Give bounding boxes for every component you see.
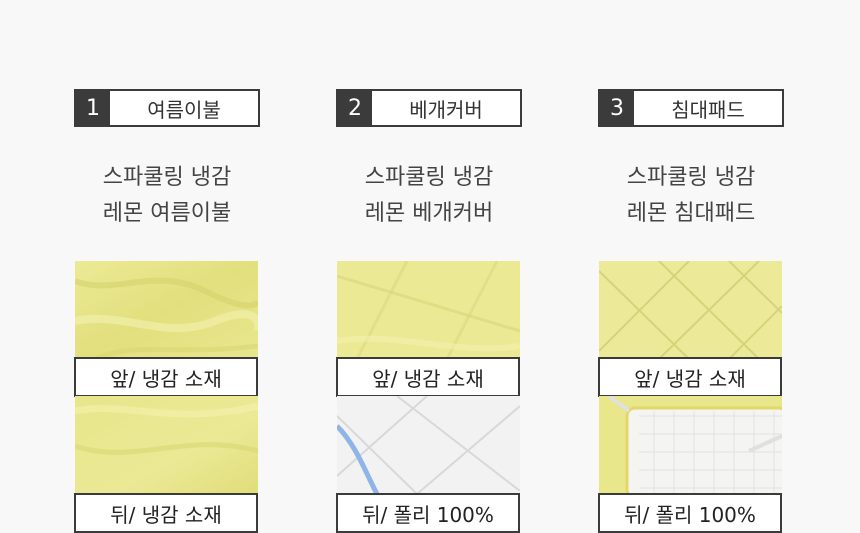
back-material-label: 뒤/ 폴리 100%	[336, 493, 520, 533]
front-material-label: 앞/ 냉감 소재	[336, 357, 520, 397]
front-fabric-photo	[75, 261, 258, 359]
product-tag: 3 침대패드	[598, 89, 784, 127]
front-material-label: 앞/ 냉감 소재	[598, 357, 782, 397]
product-number: 3	[600, 91, 634, 125]
description-line-1: 스파쿨링 냉감	[364, 165, 494, 190]
front-fabric-photo	[599, 261, 782, 359]
product-name: 베개커버	[409, 97, 483, 122]
description-line-2: 레몬 침대패드	[626, 201, 756, 226]
description-line-2: 레몬 베개커버	[364, 201, 494, 226]
product-tag: 2 베개커버	[336, 89, 522, 127]
description-line-1: 스파쿨링 냉감	[102, 165, 232, 190]
back-fabric-photo	[337, 396, 520, 494]
product-description: 스파쿨링 냉감 레몬 침대패드	[578, 160, 804, 232]
front-fabric-photo	[337, 261, 520, 359]
back-material-label: 뒤/ 냉감 소재	[74, 493, 258, 533]
product-column-blanket: 1 여름이불 스파쿨링 냉감 레몬 여름이불 앞/ 냉감 소재 뒤/ 냉감 소재	[74, 0, 260, 533]
product-column-pillowcase: 2 베개커버 스파쿨링 냉감 레몬 베개커버 앞/ 냉감 소재 뒤/ 폴리 10…	[336, 0, 522, 533]
back-fabric-photo	[599, 396, 782, 494]
product-tag: 1 여름이불	[74, 89, 260, 127]
product-number: 2	[338, 91, 372, 125]
product-description: 스파쿨링 냉감 레몬 여름이불	[54, 160, 280, 232]
front-material-label: 앞/ 냉감 소재	[74, 357, 258, 397]
product-column-mattress-pad: 3 침대패드 스파쿨링 냉감 레몬 침대패드 앞/ 냉감 소재 뒤/ 폴리 10…	[598, 0, 784, 533]
product-name: 여름이불	[147, 97, 221, 122]
back-material-label: 뒤/ 폴리 100%	[598, 493, 782, 533]
product-description: 스파쿨링 냉감 레몬 베개커버	[316, 160, 542, 232]
back-fabric-photo	[75, 396, 258, 494]
description-line-1: 스파쿨링 냉감	[626, 165, 756, 190]
description-line-2: 레몬 여름이불	[102, 201, 232, 226]
product-number: 1	[76, 91, 110, 125]
product-name: 침대패드	[671, 97, 745, 122]
